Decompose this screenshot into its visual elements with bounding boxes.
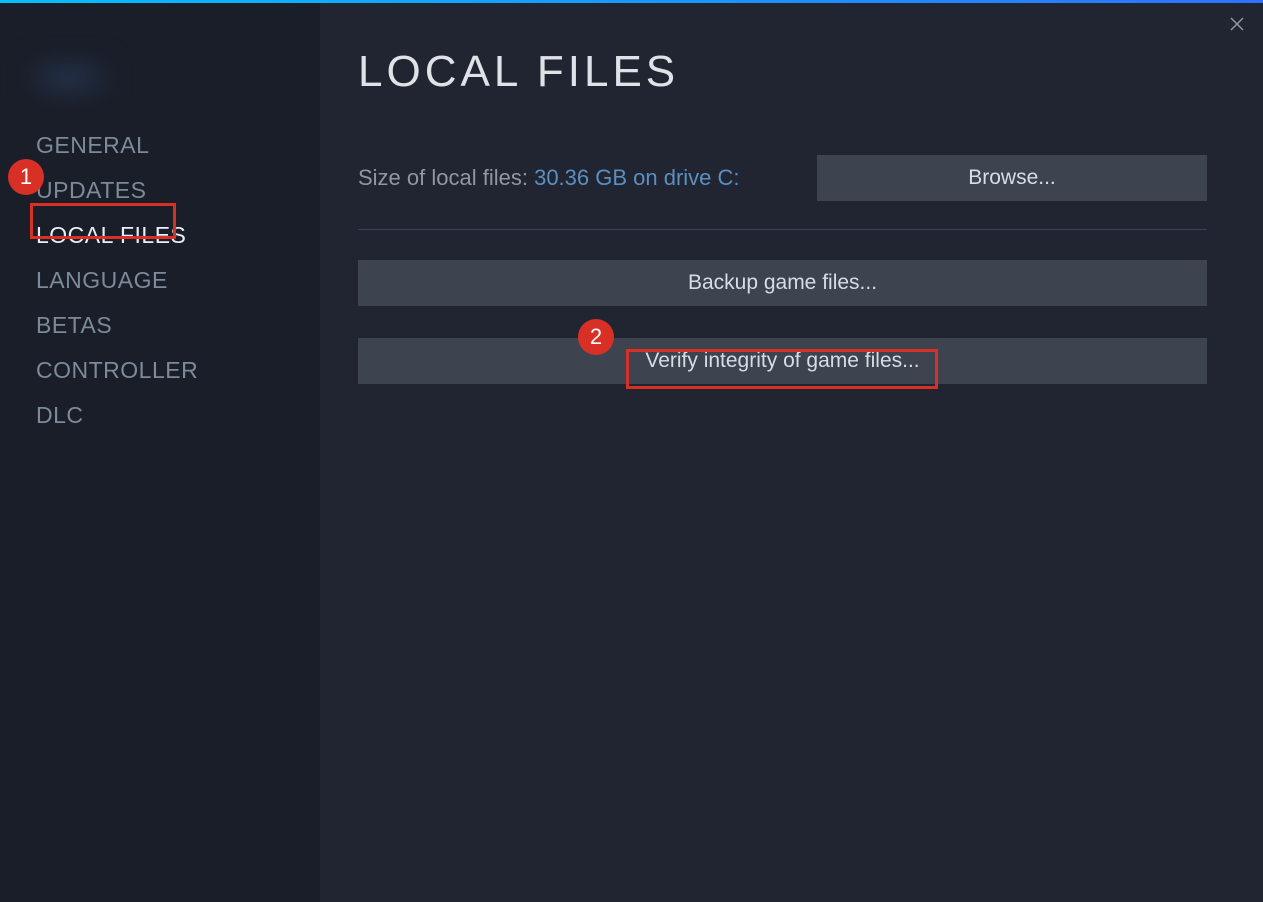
browse-button[interactable]: Browse... (817, 155, 1207, 201)
sidebar-item-betas[interactable]: BETAS (0, 303, 320, 348)
sidebar-item-local-files[interactable]: LOCAL FILES (0, 213, 320, 258)
divider (358, 229, 1207, 230)
annotation-badge-1: 1 (8, 159, 44, 195)
annotation-badge-2: 2 (578, 319, 614, 355)
sidebar: GENERAL UPDATES LOCAL FILES LANGUAGE BET… (0, 3, 320, 902)
close-button[interactable] (1225, 12, 1249, 36)
sidebar-item-language[interactable]: LANGUAGE (0, 258, 320, 303)
sidebar-item-updates[interactable]: UPDATES (0, 168, 320, 213)
size-label-text: Size of local files: (358, 165, 534, 190)
main-panel: LOCAL FILES Size of local files: 30.36 G… (320, 3, 1263, 902)
backup-game-files-button[interactable]: Backup game files... (358, 260, 1207, 306)
size-of-files-text: Size of local files: 30.36 GB on drive C… (358, 165, 740, 191)
sidebar-item-general[interactable]: GENERAL (0, 123, 320, 168)
size-value-text: 30.36 GB on drive C: (534, 165, 739, 190)
page-title: LOCAL FILES (358, 47, 1207, 97)
verify-integrity-button[interactable]: Verify integrity of game files... (358, 338, 1207, 384)
sidebar-item-dlc[interactable]: DLC (0, 393, 320, 438)
sidebar-item-controller[interactable]: CONTROLLER (0, 348, 320, 393)
game-logo-placeholder (24, 53, 114, 103)
close-icon (1228, 15, 1246, 33)
